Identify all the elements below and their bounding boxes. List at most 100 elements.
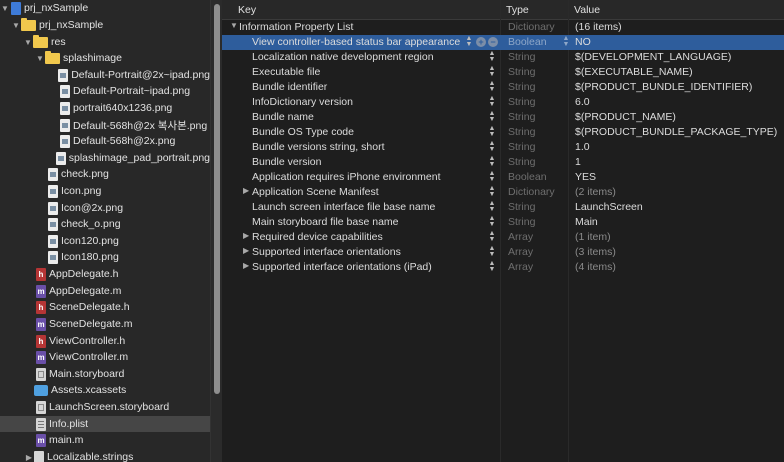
plist-value[interactable]: $(DEVELOPMENT_LANGUAGE) xyxy=(575,51,731,63)
disclosure-expanded-icon[interactable]: ▼ xyxy=(0,4,10,13)
nav-item-file[interactable]: Assets.xcassets xyxy=(0,382,210,398)
plist-key: Application Scene Manifest xyxy=(252,186,379,198)
nav-item-file[interactable]: Icon120.png xyxy=(0,233,210,249)
nav-item-file[interactable]: check.png xyxy=(0,166,210,182)
nav-item-file[interactable]: portrait640x1236.png xyxy=(0,100,210,116)
nav-item-file[interactable]: Default-Portrait@2x~ipad.png xyxy=(0,67,210,83)
plist-type: String xyxy=(508,66,536,78)
nav-item-file[interactable]: Icon@2x.png xyxy=(0,200,210,216)
plist-row[interactable]: Application requires iPhone environment … xyxy=(222,170,784,185)
nav-item-file[interactable]: m main.m xyxy=(0,432,210,448)
plist-value[interactable]: $(EXECUTABLE_NAME) xyxy=(575,66,693,78)
plist-value[interactable]: $(PRODUCT_BUNDLE_IDENTIFIER) xyxy=(575,81,752,93)
plist-row[interactable]: Main storyboard file base name ▲ ▼ String… xyxy=(222,215,784,230)
key-stepper-icon[interactable]: ▲ ▼ xyxy=(488,155,496,168)
plist-row[interactable]: Bundle OS Type code ▲ ▼ String $(PRODUCT_… xyxy=(222,125,784,140)
plist-row[interactable]: Bundle name ▲ ▼ String $(PRODUCT_NAME) xyxy=(222,110,784,125)
plist-value[interactable]: $(PRODUCT_BUNDLE_PACKAGE_TYPE) xyxy=(575,126,777,138)
nav-item-project[interactable]: ▼ prj_nxSample xyxy=(0,0,210,16)
plist-row[interactable]: Bundle identifier ▲ ▼ String $(PRODUCT_BU… xyxy=(222,80,784,95)
key-stepper-icon[interactable]: ▲ ▼ xyxy=(488,95,496,108)
key-stepper-icon[interactable]: ▲ ▼ xyxy=(488,260,496,273)
nav-item-group-res[interactable]: ▼ res xyxy=(0,34,210,50)
key-stepper-icon[interactable]: ▲ ▼ xyxy=(488,65,496,78)
nav-item-file[interactable]: h SceneDelegate.h xyxy=(0,299,210,315)
column-key-header[interactable]: Key xyxy=(238,4,256,16)
key-stepper-icon[interactable]: ▲ ▼ xyxy=(488,125,496,138)
type-stepper-icon[interactable]: ▲ ▼ xyxy=(562,35,570,48)
plist-value[interactable]: NO xyxy=(575,36,591,48)
remove-row-button[interactable]: − xyxy=(488,37,498,47)
nav-item-file[interactable]: Default-568h@2x.png xyxy=(0,133,210,149)
nav-item-file[interactable]: LaunchScreen.storyboard xyxy=(0,399,210,415)
disclosure-collapsed-icon[interactable]: ▶ xyxy=(243,186,249,195)
nav-item-label: ViewController.m xyxy=(49,351,129,363)
plist-type[interactable]: Boolean xyxy=(508,36,547,48)
nav-item-group-localizable[interactable]: ▶ Localizable.strings xyxy=(0,449,210,462)
nav-item-label: prj_nxSample xyxy=(39,19,104,31)
plist-value[interactable]: 1 xyxy=(575,156,581,168)
disclosure-collapsed-icon[interactable]: ▶ xyxy=(24,453,34,462)
project-navigator: ▼ prj_nxSample ▼ prj_nxSample ▼ res ▼ sp… xyxy=(0,0,210,462)
plist-row[interactable]: Launch screen interface file base name ▲… xyxy=(222,200,784,215)
plist-value[interactable]: 1.0 xyxy=(575,141,590,153)
disclosure-expanded-icon[interactable]: ▼ xyxy=(230,21,238,30)
plist-root-row[interactable]: ▼ Information Property List Dictionary (… xyxy=(222,20,784,35)
disclosure-expanded-icon[interactable]: ▼ xyxy=(35,54,45,63)
key-stepper-icon[interactable]: ▲ ▼ xyxy=(488,50,496,63)
key-stepper-icon[interactable]: ▲ ▼ xyxy=(488,200,496,213)
plist-value[interactable]: $(PRODUCT_NAME) xyxy=(575,111,676,123)
plist-row[interactable]: ▶ Required device capabilities ▲ ▼ Array … xyxy=(222,230,784,245)
plist-key: Required device capabilities xyxy=(252,231,383,243)
disclosure-expanded-icon[interactable]: ▼ xyxy=(23,38,33,47)
plist-row[interactable]: ▶ Application Scene Manifest ▲ ▼ Dictiona… xyxy=(222,185,784,200)
key-stepper-icon[interactable]: ▲ ▼ xyxy=(488,140,496,153)
plist-row[interactable]: Bundle version ▲ ▼ String 1 xyxy=(222,155,784,170)
nav-item-file[interactable]: check_o.png xyxy=(0,216,210,232)
nav-item-label: Localizable.strings xyxy=(47,451,134,462)
nav-item-group-prj-nxsample[interactable]: ▼ prj_nxSample xyxy=(0,17,210,33)
key-stepper-icon[interactable]: ▲ ▼ xyxy=(488,110,496,123)
disclosure-collapsed-icon[interactable]: ▶ xyxy=(243,261,249,270)
navigator-scroll-thumb[interactable] xyxy=(214,4,220,394)
plist-value[interactable]: Main xyxy=(575,216,598,228)
key-stepper-icon[interactable]: ▲ ▼ xyxy=(488,170,496,183)
key-stepper-icon[interactable]: ▲ ▼ xyxy=(488,215,496,228)
nav-item-file-selected[interactable]: Info.plist xyxy=(0,416,210,432)
nav-item-group-splashimage[interactable]: ▼ splashimage xyxy=(0,50,210,66)
plist-row-selected[interactable]: View controller-based status bar appeara… xyxy=(222,35,784,50)
nav-item-file[interactable]: h ViewController.h xyxy=(0,333,210,349)
nav-item-file[interactable]: Main.storyboard xyxy=(0,366,210,382)
nav-item-file[interactable]: m AppDelegate.m xyxy=(0,283,210,299)
disclosure-collapsed-icon[interactable]: ▶ xyxy=(243,231,249,240)
column-value-header[interactable]: Value xyxy=(574,4,600,16)
nav-item-file[interactable]: Default-Portrait~ipad.png xyxy=(0,83,210,99)
key-stepper-icon[interactable]: ▲ ▼ xyxy=(488,230,496,243)
nav-item-file[interactable]: m ViewController.m xyxy=(0,349,210,365)
add-row-button[interactable]: + xyxy=(476,37,486,47)
plist-value[interactable]: LaunchScreen xyxy=(575,201,643,213)
plist-row[interactable]: ▶ Supported interface orientations (iPad… xyxy=(222,260,784,275)
plist-value[interactable]: 6.0 xyxy=(575,96,590,108)
key-stepper-icon[interactable]: ▲ ▼ xyxy=(488,185,496,198)
plist-row[interactable]: Localization native development region ▲… xyxy=(222,50,784,65)
disclosure-expanded-icon[interactable]: ▼ xyxy=(11,21,21,30)
key-stepper-icon[interactable]: ▲ ▼ xyxy=(465,35,473,48)
nav-item-file[interactable]: Icon180.png xyxy=(0,249,210,265)
key-stepper-icon[interactable]: ▲ ▼ xyxy=(488,245,496,258)
column-type-header[interactable]: Type xyxy=(506,4,529,16)
nav-item-file[interactable]: h AppDelegate.h xyxy=(0,266,210,282)
disclosure-collapsed-icon[interactable]: ▶ xyxy=(243,246,249,255)
nav-item-file[interactable]: splashimage_pad_portrait.png xyxy=(0,150,210,166)
plist-row[interactable]: Executable file ▲ ▼ String $(EXECUTABLE_N… xyxy=(222,65,784,80)
nav-item-file[interactable]: Default-568h@2x 복사본.png xyxy=(0,117,210,133)
nav-item-file[interactable]: m SceneDelegate.m xyxy=(0,316,210,332)
nav-item-file[interactable]: Icon.png xyxy=(0,183,210,199)
plist-row[interactable]: Bundle versions string, short ▲ ▼ String … xyxy=(222,140,784,155)
key-stepper-icon[interactable]: ▲ ▼ xyxy=(488,80,496,93)
plist-row[interactable]: InfoDictionary version ▲ ▼ String 6.0 xyxy=(222,95,784,110)
plist-key[interactable]: View controller-based status bar appeara… xyxy=(252,36,460,48)
plist-row[interactable]: ▶ Supported interface orientations ▲ ▼ Ar… xyxy=(222,245,784,260)
plist-value[interactable]: YES xyxy=(575,171,596,183)
plist-type: Array xyxy=(508,231,534,243)
